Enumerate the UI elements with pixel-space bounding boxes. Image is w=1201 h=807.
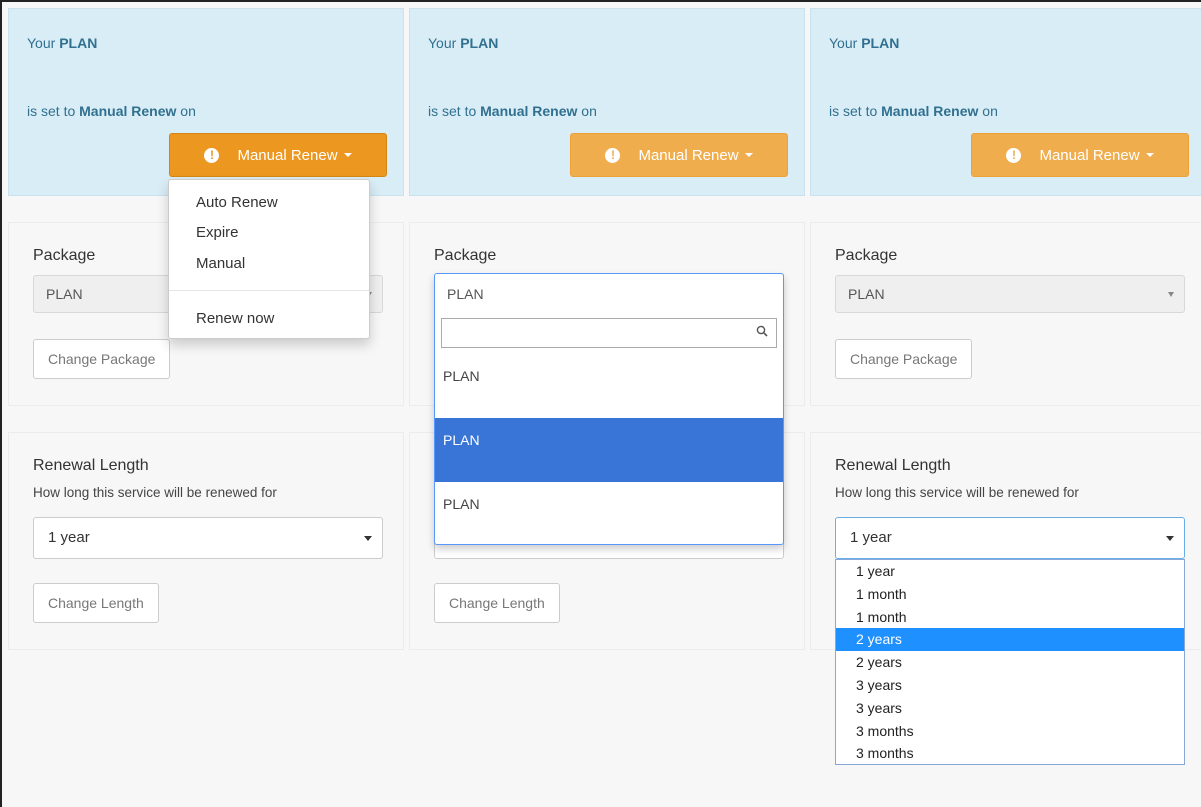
renewal-selected-value: 1 year: [48, 529, 90, 546]
renewal-length-help: How long this service will be renewed fo…: [33, 485, 277, 500]
exclamation-icon: !: [1006, 147, 1022, 163]
renew-button-label: Manual Renew: [638, 146, 739, 164]
plan-status-box: Your PLAN is set to Manual Renew on ! Ma…: [409, 8, 805, 196]
renew-dropdown-menu: Auto Renew Expire Manual Renew now: [168, 179, 370, 339]
renewal-length-select[interactable]: 1 year: [835, 517, 1185, 559]
renewal-length-help: How long this service will be renewed fo…: [835, 485, 1079, 500]
plan-line: Your PLAN: [428, 35, 499, 51]
renewal-option[interactable]: 1 year: [836, 560, 1184, 583]
menu-item-auto-renew[interactable]: Auto Renew: [196, 194, 278, 211]
renewal-option[interactable]: 2 years: [836, 651, 1184, 674]
renew-button-label: Manual Renew: [237, 146, 338, 164]
caret-down-icon: [343, 153, 352, 157]
renewal-length-panel: Renewal Length How long this service wil…: [810, 432, 1201, 765]
plan-line: Your PLAN: [829, 35, 900, 51]
package-option-highlighted[interactable]: PLAN: [435, 418, 783, 482]
package-selected-value: PLAN: [848, 286, 885, 302]
renew-status-line: is set to Manual Renew on: [428, 103, 597, 119]
renewal-option[interactable]: 1 month: [836, 583, 1184, 606]
package-select-open[interactable]: PLAN PLAN PLAN PLAN: [434, 273, 784, 545]
manual-renew-button[interactable]: ! Manual Renew: [570, 133, 788, 177]
package-selected-value: PLAN: [447, 286, 484, 302]
exclamation-icon: !: [204, 147, 220, 163]
renewal-length-select[interactable]: 1 year: [33, 517, 383, 559]
renewal-selected-value: 1 year: [850, 529, 892, 546]
change-length-button[interactable]: Change Length: [434, 583, 560, 623]
exclamation-icon: !: [605, 147, 621, 163]
renewal-length-label: Renewal Length: [835, 457, 951, 474]
package-panel: Package Change Package PLAN PLAN PLAN PL…: [409, 222, 805, 545]
package-select[interactable]: PLAN: [835, 275, 1185, 313]
plan-status-box: Your PLAN is set to Manual Renew on ! Ma…: [810, 8, 1201, 196]
dropdown-arrow-icon: [364, 536, 372, 541]
package-label: Package: [434, 247, 497, 264]
renewal-option[interactable]: 3 months: [836, 720, 1184, 743]
menu-item-expire[interactable]: Expire: [196, 224, 239, 241]
package-panel: Package PLAN Change Package: [810, 222, 1201, 406]
caret-down-icon: [1145, 153, 1154, 157]
package-option[interactable]: PLAN: [435, 354, 783, 418]
renewal-option[interactable]: 3 months: [836, 742, 1184, 765]
renew-status-line: is set to Manual Renew on: [829, 103, 998, 119]
renewal-option[interactable]: 3 years: [836, 674, 1184, 697]
package-selected-value: PLAN: [46, 286, 83, 302]
manual-renew-button[interactable]: ! Manual Renew: [169, 133, 387, 177]
renew-status-line: is set to Manual Renew on: [27, 103, 196, 119]
renewal-option-selected[interactable]: 2 years: [836, 628, 1184, 652]
renew-button-label: Manual Renew: [1039, 146, 1140, 164]
renewal-length-label: Renewal Length: [33, 457, 149, 474]
package-search-input[interactable]: [441, 318, 777, 348]
renewal-option[interactable]: 1 month: [836, 606, 1184, 629]
caret-down-icon: [744, 153, 753, 157]
dropdown-arrow-icon: [1168, 292, 1174, 297]
plan-status-box: Your PLAN is set to Manual Renew on ! Ma…: [8, 8, 404, 196]
menu-item-manual[interactable]: Manual: [196, 255, 245, 272]
menu-divider: [169, 290, 369, 291]
package-label: Package: [835, 247, 898, 264]
manual-renew-button[interactable]: ! Manual Renew: [971, 133, 1189, 177]
renewal-length-panel: Renewal Length How long this service wil…: [8, 432, 404, 650]
renewal-option[interactable]: 3 years: [836, 697, 1184, 720]
change-length-button[interactable]: Change Length: [33, 583, 159, 623]
package-label: Package: [33, 247, 96, 264]
change-package-button[interactable]: Change Package: [835, 339, 973, 379]
renewal-length-options-list[interactable]: 1 year 1 month 1 month 2 years 2 years 3…: [835, 559, 1185, 765]
package-option[interactable]: PLAN: [435, 482, 783, 546]
menu-item-renew-now[interactable]: Renew now: [196, 310, 274, 327]
package-select-head[interactable]: PLAN: [435, 274, 783, 314]
change-package-button[interactable]: Change Package: [33, 339, 171, 379]
dropdown-arrow-icon: [1166, 536, 1174, 541]
search-icon: [756, 325, 768, 337]
plan-line: Your PLAN: [27, 35, 98, 51]
